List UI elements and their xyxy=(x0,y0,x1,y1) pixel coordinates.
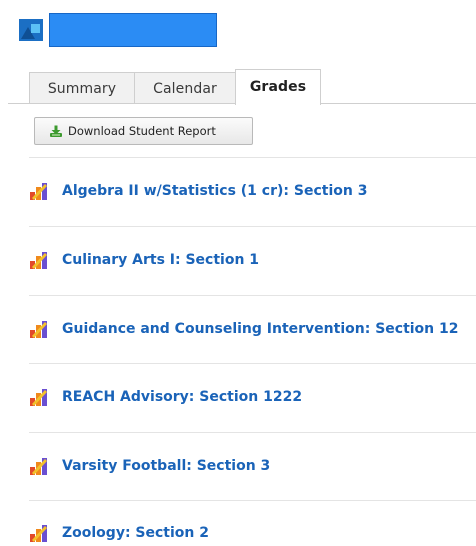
download-student-report-button[interactable]: Download Student Report xyxy=(34,117,253,145)
course-link[interactable]: Guidance and Counseling Intervention: Se… xyxy=(62,321,459,337)
course-item-zoology[interactable]: Zoology: Section 2 xyxy=(29,517,476,546)
course-item-culinary[interactable]: Culinary Arts I: Section 1 xyxy=(29,244,476,276)
list-divider xyxy=(29,295,476,296)
tab-calendar[interactable]: Calendar xyxy=(134,72,236,103)
grades-chart-icon xyxy=(29,387,49,407)
course-link[interactable]: Algebra II w/Statistics (1 cr): Section … xyxy=(62,183,367,199)
grades-page: Summary Calendar Grades Download Student… xyxy=(0,0,476,546)
list-divider xyxy=(29,157,476,158)
course-item-algebra[interactable]: Algebra II w/Statistics (1 cr): Section … xyxy=(29,175,476,207)
download-button-label: Download Student Report xyxy=(68,124,216,138)
tab-summary[interactable]: Summary xyxy=(29,72,135,103)
course-item-football[interactable]: Varsity Football: Section 3 xyxy=(29,450,476,482)
tab-bar: Summary Calendar Grades xyxy=(0,69,476,105)
course-link[interactable]: Varsity Football: Section 3 xyxy=(62,458,270,474)
course-item-guidance[interactable]: Guidance and Counseling Intervention: Se… xyxy=(29,313,476,345)
redacted-user-name xyxy=(49,13,217,47)
grades-chart-icon xyxy=(29,456,49,476)
list-divider xyxy=(29,226,476,227)
school-logo-icon xyxy=(19,19,43,41)
tab-grades[interactable]: Grades xyxy=(235,69,321,105)
list-divider xyxy=(29,363,476,364)
list-divider xyxy=(29,432,476,433)
course-item-reach[interactable]: REACH Advisory: Section 1222 xyxy=(29,381,476,413)
course-link[interactable]: REACH Advisory: Section 1222 xyxy=(62,389,302,405)
list-divider xyxy=(29,500,476,501)
grades-chart-icon xyxy=(29,250,49,270)
grades-chart-icon xyxy=(29,523,49,543)
download-icon xyxy=(49,125,63,138)
course-link[interactable]: Culinary Arts I: Section 1 xyxy=(62,252,259,268)
course-link[interactable]: Zoology: Section 2 xyxy=(62,525,209,541)
grades-chart-icon xyxy=(29,181,49,201)
grades-chart-icon xyxy=(29,319,49,339)
